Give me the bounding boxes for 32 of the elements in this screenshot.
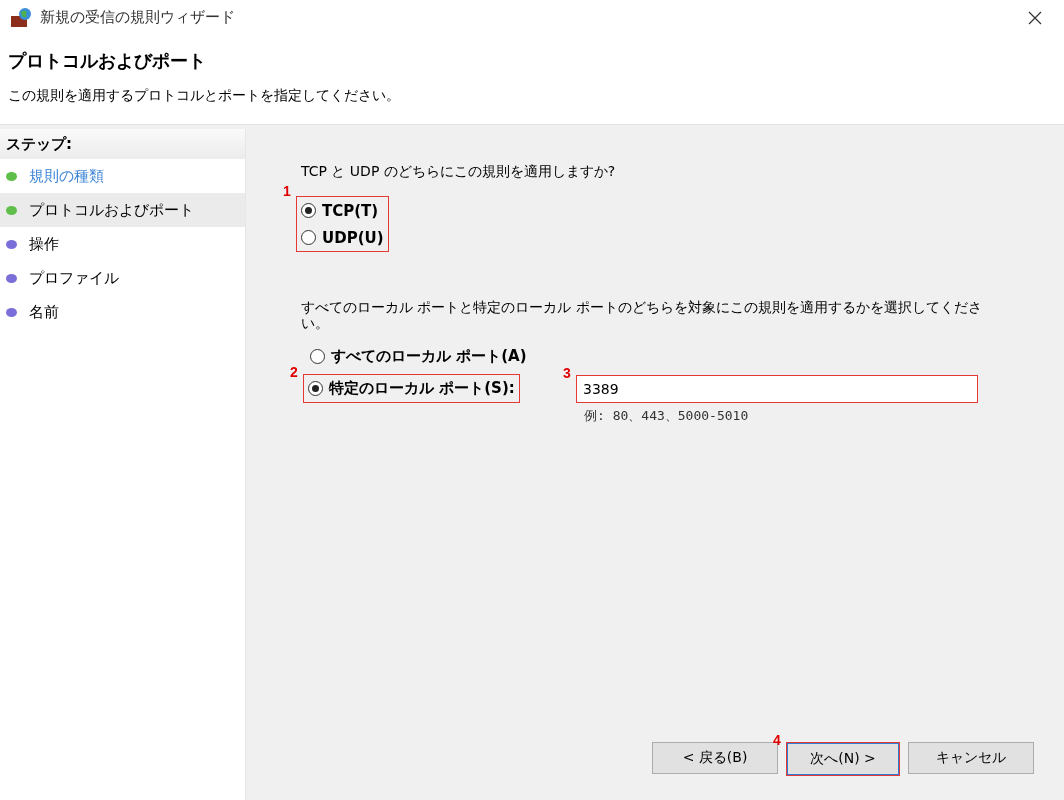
annotation-number: 2	[290, 365, 298, 379]
step-item[interactable]: 操作	[29, 234, 59, 254]
steps-heading: ステップ:	[6, 134, 72, 154]
radio-button[interactable]	[301, 203, 316, 218]
window-title: 新規の受信の規則ウィザード	[40, 8, 236, 27]
wizard-button[interactable]: 次へ(N) >	[787, 743, 899, 775]
radio-button[interactable]	[301, 230, 316, 245]
step-item[interactable]: 名前	[29, 302, 59, 322]
port-question: すべてのローカル ポートと特定のローカル ポートのどちらを対象にこの規則を適用するかを選択してください。	[301, 299, 983, 331]
close-icon[interactable]	[1028, 10, 1042, 25]
page-description: この規則を適用するプロトコルとポートを指定してください。	[8, 87, 401, 105]
radio-button[interactable]	[308, 381, 323, 396]
step-item[interactable]: プロファイル	[29, 268, 119, 288]
bullet-icon	[6, 205, 17, 215]
radio-label[interactable]: すべてのローカル ポート(A)	[331, 347, 527, 366]
radio-button[interactable]	[310, 349, 325, 364]
protocol-question: TCP と UDP のどちらにこの規則を適用しますか?	[301, 163, 617, 179]
example-hint: 例: 80、443、5000-5010	[584, 407, 750, 425]
bullet-icon	[6, 307, 17, 317]
wizard-button[interactable]: キャンセル	[908, 742, 1034, 774]
page-heading: プロトコルおよびポート	[8, 49, 207, 73]
step-item[interactable]: 規則の種類	[29, 166, 104, 186]
annotation-number: 3	[563, 365, 571, 380]
annotation-number: 1	[283, 184, 291, 198]
brick-wall-globe-icon	[10, 6, 32, 29]
bullet-icon	[6, 171, 17, 181]
bullet-icon	[6, 239, 17, 249]
port-field[interactable]: 3389	[577, 375, 977, 402]
radio-label[interactable]: TCP(T)	[322, 201, 379, 220]
bullet-icon	[6, 273, 17, 283]
radio-label[interactable]: 特定のローカル ポート(S):	[329, 379, 515, 398]
radio-label[interactable]: UDP(U)	[322, 228, 384, 247]
